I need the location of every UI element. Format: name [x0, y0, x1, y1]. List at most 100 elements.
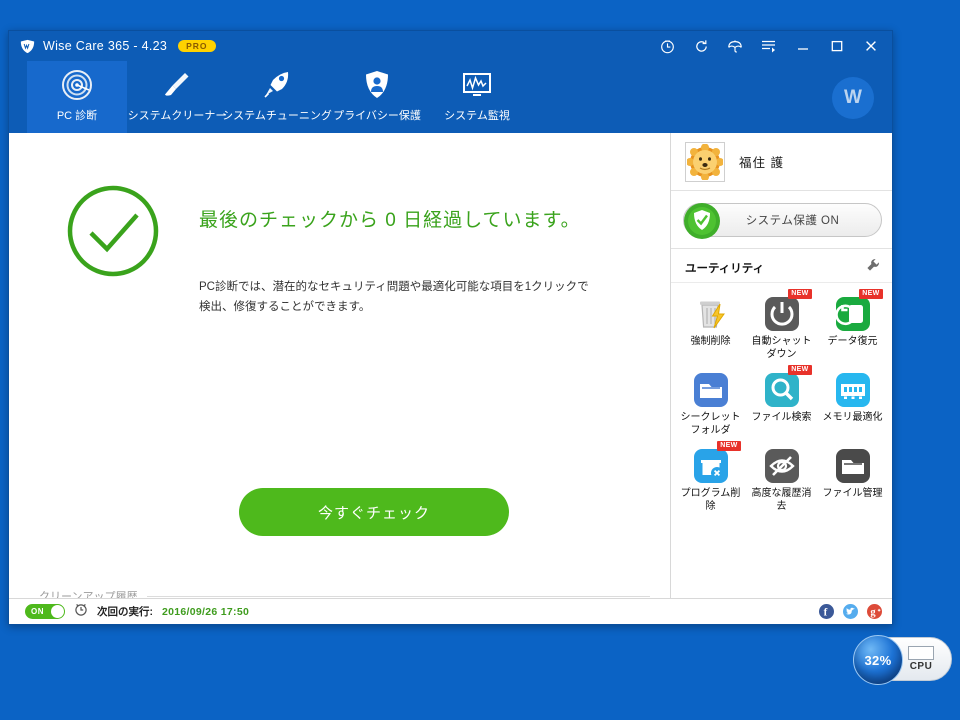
divider [147, 595, 650, 597]
tab-system-cleaner[interactable]: システムクリーナー [127, 61, 227, 133]
avatar[interactable]: W [832, 77, 874, 119]
description: PC診断では、潜在的なセキュリティ問題や最適化可能な項目を1クリックで検出、修復… [199, 281, 589, 314]
headline: 最後のチェックから 0 日経過しています。 [199, 210, 581, 231]
utility-label: 高度な履歴消去 [751, 488, 812, 512]
user-row[interactable]: 福住 護 [671, 133, 892, 191]
cleanup-history: クリーンアップ履歴 不要なファイル: 1.3 GB [39, 588, 650, 598]
tab-system-tuneup[interactable]: システムチューニング [222, 61, 332, 133]
new-badge: NEW [859, 289, 883, 300]
title-bar: Wise Care 365 - 4.23 PRO [9, 31, 892, 61]
toggle-knob [51, 605, 64, 618]
data-restore-icon: NEW [834, 289, 883, 333]
next-run-label: 次回の実行: [97, 606, 153, 618]
utility-header: ユーティリティ [671, 253, 892, 283]
green-check-circle-icon [65, 183, 161, 284]
broom-icon [160, 68, 194, 102]
status-bar: ON 次回の実行: 2016/09/26 17:50 f g [9, 598, 892, 624]
app-window: Wise Care 365 - 4.23 PRO PC 診断 システムクリーナー… [8, 30, 893, 625]
utility-label: シークレットフォルダ [680, 412, 741, 436]
utility-label: データ復元 [827, 336, 878, 347]
app-title: Wise Care 365 - 4.23 [43, 39, 168, 53]
new-badge: NEW [788, 289, 812, 300]
utility-label: プログラム削除 [680, 488, 741, 512]
close-button[interactable] [854, 31, 888, 61]
schedule-toggle[interactable]: ON [25, 604, 65, 619]
umbrella-button[interactable] [718, 31, 752, 61]
rocket-icon [260, 68, 294, 102]
utility-advanced-history-erase[interactable]: 高度な履歴消去 [746, 443, 817, 519]
tab-pc-checkup[interactable]: PC 診断 [27, 61, 127, 133]
utility-file-management[interactable]: ファイル管理 [817, 443, 888, 519]
tab-label: システムチューニング [222, 109, 332, 122]
utility-title: ユーティリティ [685, 262, 765, 275]
cpu-label: CPU [909, 661, 933, 672]
main-pane: 最後のチェックから 0 日経過しています。 PC診断では、潜在的なセキュリティ問… [9, 133, 670, 598]
utility-label: 自動シャットダウン [751, 336, 812, 360]
utility-grid: 強制削除 NEW 自動シャットダウン NEW データ復元 シークレットフォルダ … [671, 283, 892, 598]
uninstall-box-icon: NEW [692, 441, 741, 485]
menu-button[interactable] [752, 31, 786, 61]
tab-bar: PC 診断 システムクリーナー システムチューニング プライバシー保護 システム… [9, 61, 892, 133]
utility-force-delete[interactable]: 強制削除 [675, 291, 746, 367]
lion-avatar-icon [685, 141, 725, 182]
tab-privacy-protection[interactable]: プライバシー保護 [327, 61, 427, 133]
system-protection-button[interactable]: システム保護 ON [683, 202, 882, 239]
new-badge: NEW [788, 365, 812, 376]
new-badge: NEW [717, 441, 741, 452]
facebook-icon[interactable]: f [819, 604, 834, 619]
utility-label: 強制削除 [690, 336, 731, 347]
window-body: 最後のチェックから 0 日経過しています。 PC診断では、潜在的なセキュリティ問… [9, 133, 892, 598]
cpu-orb: 32% [853, 635, 903, 685]
history-button[interactable] [650, 31, 684, 61]
utility-label: ファイル検索 [751, 412, 812, 423]
utility-file-search[interactable]: NEW ファイル検索 [746, 365, 817, 443]
scan-now-label: 今すぐチェック [317, 504, 430, 522]
cpu-info: CPU [908, 646, 934, 672]
tab-label: プライバシー保護 [333, 109, 421, 122]
tab-label: PC 診断 [56, 109, 98, 122]
side-pane: 福住 護 システム保護 ON ユーティリティ 強制削除 NEW 自動シャットダウ… [670, 133, 892, 598]
utility-label: メモリ最適化 [822, 412, 883, 423]
cpu-widget[interactable]: 32% CPU [853, 635, 952, 685]
google-plus-icon[interactable]: g [867, 604, 882, 619]
wrench-icon[interactable] [866, 258, 880, 277]
eye-slash-icon [763, 447, 801, 485]
refresh-button[interactable] [684, 31, 718, 61]
memory-ram-icon [834, 371, 872, 409]
svg-text:g: g [870, 607, 876, 618]
green-shield-check-icon [683, 202, 721, 245]
magnifier-icon: NEW [763, 365, 812, 409]
folder-icon [834, 447, 872, 485]
alarm-clock-icon [74, 602, 88, 621]
scan-now-button[interactable]: 今すぐチェック [239, 488, 509, 536]
maximize-button[interactable] [820, 31, 854, 61]
utility-data-recovery[interactable]: NEW データ復元 [817, 289, 888, 367]
utility-secret-folder[interactable]: シークレットフォルダ [675, 367, 746, 443]
radar-icon [60, 68, 94, 102]
tab-system-monitor[interactable]: システム監視 [427, 61, 527, 133]
folder-lock-icon [692, 371, 730, 409]
power-icon: NEW [763, 289, 812, 333]
cpu-percent: 32% [864, 652, 892, 668]
cleanup-history-title: クリーンアップ履歴 [39, 591, 138, 598]
status-row: 最後のチェックから 0 日経過しています。 PC診断では、潜在的なセキュリティ問… [9, 133, 670, 317]
tab-label: システムクリーナー [127, 109, 227, 122]
svg-text:f: f [824, 606, 828, 618]
wise-shield-logo-icon [20, 39, 35, 53]
next-run-value: 2016/09/26 17:50 [162, 605, 250, 618]
schedule-toggle-label: ON [31, 607, 44, 616]
utility-label: ファイル管理 [822, 488, 883, 499]
status-text: 最後のチェックから 0 日経過しています。 PC診断では、潜在的なセキュリティ問… [199, 183, 599, 317]
utility-program-uninstall[interactable]: NEW プログラム削除 [675, 441, 746, 519]
cpu-graph-icon [908, 646, 934, 660]
shield-person-icon [360, 68, 394, 102]
avatar-initial: W [844, 87, 862, 108]
twitter-icon[interactable] [843, 604, 858, 619]
user-name: 福住 護 [739, 156, 784, 170]
protection-row: システム保護 ON [671, 191, 892, 249]
minimize-button[interactable] [786, 31, 820, 61]
monitor-graph-icon [460, 68, 494, 102]
utility-auto-shutdown[interactable]: NEW 自動シャットダウン [746, 289, 817, 367]
utility-memory-optimization[interactable]: メモリ最適化 [817, 367, 888, 443]
cleanup-history-header: クリーンアップ履歴 [39, 588, 650, 598]
